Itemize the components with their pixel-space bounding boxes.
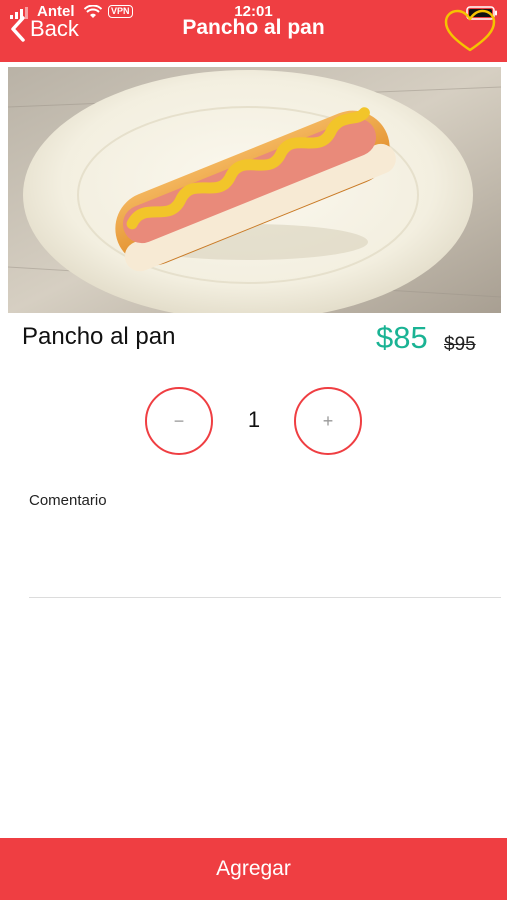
navigation-bar: Antel VPN 12:01 Back Pancho al pan xyxy=(0,0,507,62)
chevron-left-icon xyxy=(11,16,25,42)
minus-icon: − xyxy=(173,410,185,431)
add-to-cart-button[interactable]: Agregar xyxy=(0,838,507,900)
favorite-button[interactable] xyxy=(442,8,498,54)
product-image xyxy=(8,67,501,313)
product-name: Pancho al pan xyxy=(22,323,176,350)
comment-field[interactable] xyxy=(29,516,501,598)
hot-dog-illustration xyxy=(8,67,501,313)
plus-icon: + xyxy=(322,410,334,431)
comment-label: Comentario xyxy=(29,492,107,509)
back-label: Back xyxy=(30,16,79,41)
quantity-value: 1 xyxy=(247,407,261,432)
product-price: $85 xyxy=(376,320,428,355)
product-old-price: $95 xyxy=(444,334,476,355)
increment-button[interactable]: + xyxy=(294,387,362,455)
decrement-button[interactable]: − xyxy=(145,387,213,455)
back-button[interactable]: Back xyxy=(10,12,79,46)
heart-outline-icon xyxy=(444,9,496,52)
